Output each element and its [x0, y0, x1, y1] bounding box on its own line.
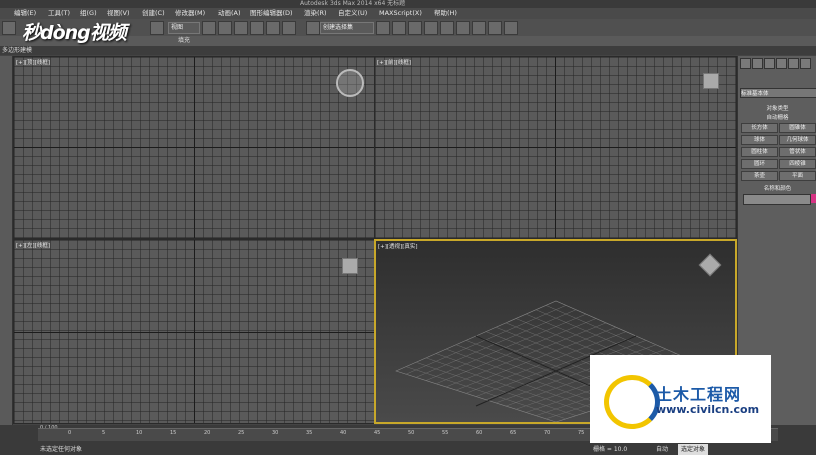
percent-snap-icon[interactable]: [282, 21, 296, 35]
timeline-tick: 40: [340, 430, 347, 436]
render-setup-icon[interactable]: [472, 21, 486, 35]
timeline-tick: 0: [68, 430, 72, 436]
link-icon[interactable]: [2, 21, 16, 35]
sphere-button[interactable]: 球体: [741, 135, 778, 145]
viewport-top[interactable]: [+][顶][线框]: [13, 56, 375, 239]
viewcube-icon[interactable]: [342, 258, 358, 274]
viewport-left[interactable]: [+][左][线框]: [13, 239, 375, 424]
civilcn-logo-icon: [604, 375, 660, 429]
timeline-tick: 25: [238, 430, 245, 436]
timeline-tick: 65: [510, 430, 517, 436]
menu-customize[interactable]: 自定义(U): [338, 8, 367, 19]
ribbon-panel: 多边形建模: [0, 46, 816, 55]
name-field[interactable]: [743, 194, 811, 205]
align-icon[interactable]: [392, 21, 406, 35]
watermark-name: 土木工程网: [656, 385, 742, 404]
curve-editor-icon[interactable]: [440, 21, 454, 35]
scene-explorer-strip: [0, 56, 13, 425]
menu-modifiers[interactable]: 修改器(M): [175, 8, 205, 19]
watermark-url: www.civilcn.com: [656, 403, 760, 416]
menu-help[interactable]: 帮助(H): [434, 8, 457, 19]
status-bar: 未选定任何对象 栅格 = 10.0 自动 选定对象: [38, 444, 778, 455]
tube-button[interactable]: 管状体: [779, 147, 816, 157]
pivot-icon[interactable]: [202, 21, 216, 35]
menu-rendering[interactable]: 渲染(R): [304, 8, 327, 19]
cylinder-button[interactable]: 圆柱体: [741, 147, 778, 157]
timeline-tick: 70: [544, 430, 551, 436]
viewport-persp-label[interactable]: [+][透视][真实]: [378, 242, 417, 250]
rotate-icon[interactable]: [234, 21, 248, 35]
render-icon[interactable]: [504, 21, 518, 35]
title-bar: Autodesk 3ds Max 2014 x64 无标题: [0, 0, 816, 8]
video-logo: 秒dòng视频: [22, 22, 127, 44]
pyramid-button[interactable]: 四棱锥: [779, 159, 816, 169]
viewport-top-label[interactable]: [+][顶][线框]: [16, 58, 50, 66]
material-editor-icon[interactable]: [456, 21, 470, 35]
display-tab-icon[interactable]: [788, 58, 799, 69]
menu-maxscript[interactable]: MAXScript(X): [379, 8, 422, 19]
timeline-tick: 10: [136, 430, 143, 436]
window-title: Autodesk 3ds Max 2014 x64 无标题: [300, 0, 406, 7]
viewport-front-label[interactable]: [+][前][线框]: [377, 58, 411, 66]
selected-dropdown[interactable]: 选定对象: [678, 444, 709, 455]
teapot-button[interactable]: 茶壶: [741, 171, 778, 181]
menu-graph-editors[interactable]: 图形编辑器(D): [250, 8, 293, 19]
polygon-modeling-label[interactable]: 多边形建模: [2, 46, 32, 55]
torus-button[interactable]: 圆环: [741, 159, 778, 169]
motion-tab-icon[interactable]: [776, 58, 787, 69]
create-tab-icon[interactable]: [740, 58, 751, 69]
hierarchy-tab-icon[interactable]: [764, 58, 775, 69]
modify-tab-icon[interactable]: [752, 58, 763, 69]
autogrid-checkbox[interactable]: 自动栅格: [740, 113, 815, 121]
utilities-tab-icon[interactable]: [800, 58, 811, 69]
menu-create[interactable]: 创建(C): [142, 8, 165, 19]
watermark-box: 土木工程网 www.civilcn.com: [590, 355, 771, 443]
timeline-tick: 75: [578, 430, 585, 436]
angle-snap-icon[interactable]: [266, 21, 280, 35]
ribbon-toggle-icon[interactable]: [424, 21, 438, 35]
primitive-type-dropdown[interactable]: 标准基本体: [740, 88, 816, 98]
viewcube-icon[interactable]: [336, 69, 364, 97]
grid-readout: 栅格 = 10.0: [593, 446, 628, 453]
timeline-tick: 60: [476, 430, 483, 436]
timeline-tick: 35: [306, 430, 313, 436]
reference-coord-dropdown[interactable]: 视图: [168, 22, 200, 34]
viewport-left-label[interactable]: [+][左][线框]: [16, 241, 50, 249]
menu-animation[interactable]: 动画(A): [218, 8, 241, 19]
timeline-tick: 55: [442, 430, 449, 436]
color-swatch[interactable]: [811, 194, 816, 203]
geosphere-button[interactable]: 几何球体: [779, 135, 816, 145]
mirror-icon[interactable]: [376, 21, 390, 35]
snap-icon[interactable]: [250, 21, 264, 35]
plane-button[interactable]: 平面: [779, 171, 816, 181]
timeline-tick: 30: [272, 430, 279, 436]
edit-named-sets-icon[interactable]: [306, 21, 320, 35]
box-button[interactable]: 长方体: [741, 123, 778, 133]
layer-icon[interactable]: [408, 21, 422, 35]
timeline-tick: 5: [102, 430, 106, 436]
ribbon-fill-tab[interactable]: 填充: [178, 36, 190, 46]
timeline-tick: 45: [374, 430, 381, 436]
viewcube-icon[interactable]: [703, 73, 719, 89]
name-color-heading: 名称和颜色: [763, 186, 792, 192]
auto-key-button[interactable]: 自动: [656, 444, 668, 455]
timeline-tick: 20: [204, 430, 211, 436]
timeline-tick: 50: [408, 430, 415, 436]
named-selection-dropdown[interactable]: 创建选择集: [320, 22, 374, 34]
viewport-front[interactable]: [+][前][线框]: [374, 56, 737, 239]
cone-button[interactable]: 圆锥体: [779, 123, 816, 133]
timeline-tick: 15: [170, 430, 177, 436]
render-frame-icon[interactable]: [488, 21, 502, 35]
move-icon[interactable]: [218, 21, 232, 35]
status-message: 未选定任何对象: [40, 446, 83, 453]
object-type-heading: 对象类型: [766, 106, 789, 112]
select-icon[interactable]: [150, 21, 164, 35]
